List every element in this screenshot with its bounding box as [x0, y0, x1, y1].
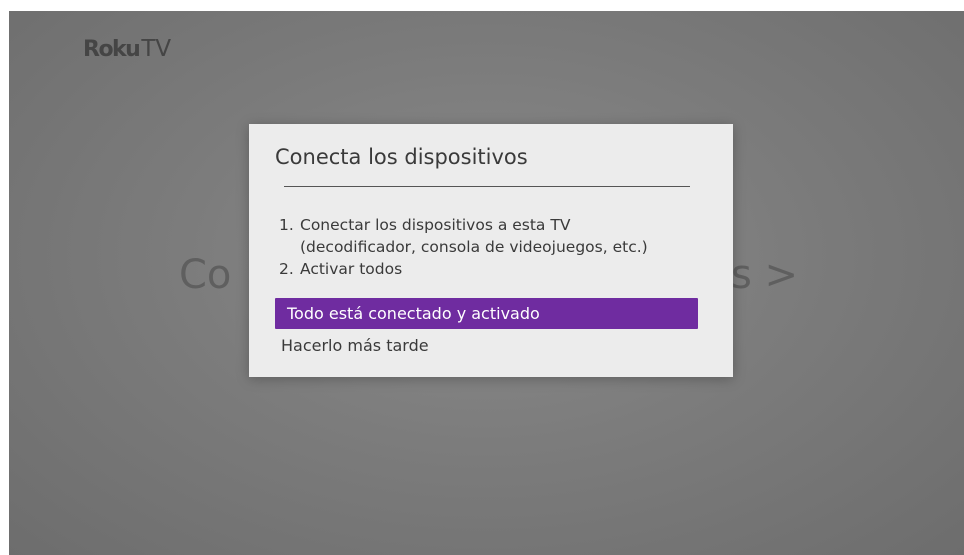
- connect-devices-dialog: Conecta los dispositivos 1. Conectar los…: [249, 124, 733, 377]
- background-heading-right: s >: [731, 252, 799, 298]
- tv-wordmark: TV: [141, 36, 172, 62]
- dialog-divider: [284, 186, 690, 187]
- dialog-title: Conecta los dispositivos: [275, 145, 528, 169]
- do-later-button[interactable]: Hacerlo más tarde: [269, 330, 692, 361]
- instruction-list: 1. Conectar los dispositivos a esta TV (…: [279, 214, 648, 280]
- step-line: Activar todos: [300, 260, 403, 278]
- step-number: 2.: [279, 260, 294, 278]
- step-text: Activar todos: [300, 258, 402, 280]
- tv-screen: RokuTV Co s > Conecta los dispositivos 1…: [9, 11, 964, 555]
- step-number: 1.: [279, 216, 294, 234]
- roku-tv-logo: RokuTV: [83, 35, 171, 64]
- instruction-step: 2. Activar todos: [279, 258, 648, 280]
- background-heading-left: Co: [179, 252, 232, 298]
- step-line: (decodificador, consola de videojuegos, …: [300, 238, 648, 256]
- step-line: Conectar los dispositivos a esta TV: [300, 216, 571, 234]
- instruction-step: 1. Conectar los dispositivos a esta TV (…: [279, 214, 648, 258]
- roku-wordmark: Roku: [83, 37, 141, 62]
- all-connected-button[interactable]: Todo está conectado y activado: [275, 298, 698, 329]
- step-text: Conectar los dispositivos a esta TV (dec…: [300, 214, 648, 258]
